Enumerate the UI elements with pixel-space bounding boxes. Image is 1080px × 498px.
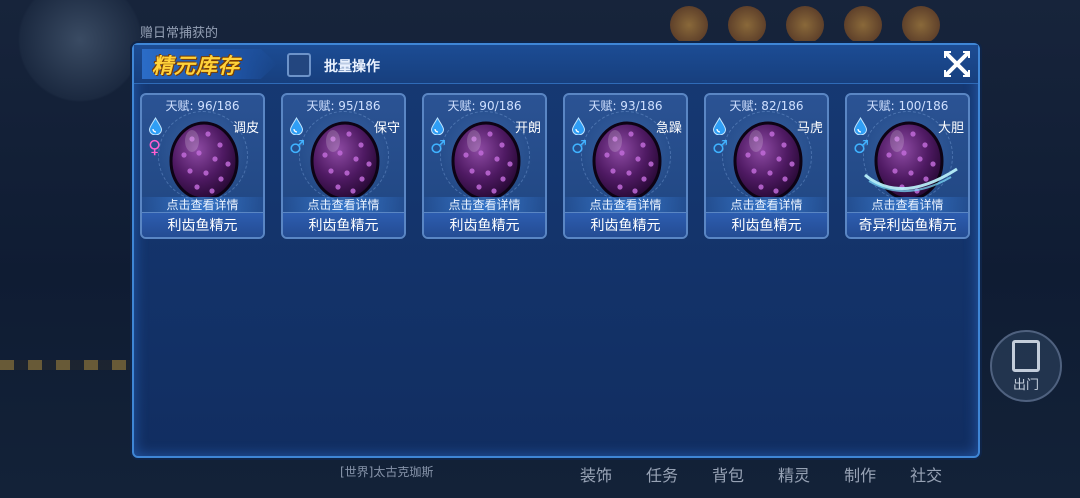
nav-tasks[interactable]: 任务 [646,462,678,486]
essence-name: 利齿鱼精元 [308,218,379,234]
bg-top-icons [670,6,940,44]
close-icon [944,51,970,77]
modal-header: 精元库存 批量操作 [134,45,978,84]
essence-name: 利齿鱼精元 [590,218,661,234]
nav-social[interactable]: 社交 [910,462,942,486]
essence-egg-icon [310,121,380,201]
essence-card-2[interactable]: 天赋: 95/186 ♂ 保守 点击查看详情 利齿鱼精元 [281,93,406,239]
male-icon: ♂ [853,137,870,158]
essence-egg-icon [733,121,803,201]
essence-egg-icon [451,121,521,201]
essence-card-5[interactable]: 天赋: 82/186 ♂ 马虎 点击查看详情 利齿鱼精元 [704,93,829,239]
bottom-nav: 装饰 任务 背包 精灵 制作 社交 [580,462,942,486]
essence-name: 利齿鱼精元 [167,218,238,234]
bg-icon-4 [844,6,882,44]
door-icon [1012,339,1040,372]
water-drop-icon [571,117,586,135]
essence-egg-icon [874,121,944,201]
essence-name: 利齿鱼精元 [449,218,520,234]
female-icon: ♀ [148,137,162,158]
male-icon: ♂ [289,137,306,158]
bg-title: 赠日常捕获的 [140,26,219,41]
essence-card-6[interactable]: 天赋: 100/186 ♂ 大胆 点击查看详情 奇异利齿鱼精元 [845,93,970,239]
close-button[interactable] [942,49,972,79]
exit-button[interactable]: 出门 [990,330,1062,402]
water-drop-icon [712,117,727,135]
essence-inventory-modal: 精元库存 批量操作 天赋: 96/186 ♀ 调皮 点击查看详情 利齿鱼精元 天… [132,43,980,458]
essence-egg-icon [592,121,662,201]
bg-icon-2 [728,6,766,44]
water-drop-icon [148,117,163,135]
essence-name: 利齿鱼精元 [731,218,802,234]
nav-spirit[interactable]: 精灵 [778,462,810,486]
modal-title: 精元库存 [152,54,240,78]
essence-card-3[interactable]: 天赋: 90/186 ♂ 开朗 点击查看详情 利齿鱼精元 [422,93,547,239]
hazard-stripes [0,360,130,370]
talent-value: 天赋: 82/186 [729,99,804,113]
essence-card-4[interactable]: 天赋: 93/186 ♂ 急躁 点击查看详情 利齿鱼精元 [563,93,688,239]
nav-craft[interactable]: 制作 [844,462,876,486]
essence-card-1[interactable]: 天赋: 96/186 ♀ 调皮 点击查看详情 利齿鱼精元 [140,93,265,239]
water-drop-icon [430,117,445,135]
water-drop-icon [289,117,304,135]
water-drop-icon [853,117,868,135]
male-icon: ♂ [571,137,588,158]
essence-card-list: 天赋: 96/186 ♀ 调皮 点击查看详情 利齿鱼精元 天赋: 95/186 … [140,93,970,239]
talent-value: 天赋: 96/186 [165,99,240,113]
talent-value: 天赋: 90/186 [447,99,522,113]
essence-egg-icon [169,121,239,201]
nav-bag[interactable]: 背包 [712,462,744,486]
essence-name: 奇异利齿鱼精元 [858,218,957,234]
bg-icon-5 [902,6,940,44]
batch-operation-label[interactable]: 批量操作 [324,56,380,76]
male-icon: ♂ [712,137,729,158]
chat-line: [世界]太古克珈斯 [340,465,434,479]
bg-icon-1 [670,6,708,44]
bg-icon-3 [786,6,824,44]
talent-value: 天赋: 100/186 [866,99,949,113]
batch-checkbox[interactable] [287,53,311,77]
talent-value: 天赋: 95/186 [306,99,381,113]
male-icon: ♂ [430,137,447,158]
nav-decor[interactable]: 装饰 [580,462,612,486]
exit-label: 出门 [1012,377,1039,393]
talent-value: 天赋: 93/186 [588,99,663,113]
